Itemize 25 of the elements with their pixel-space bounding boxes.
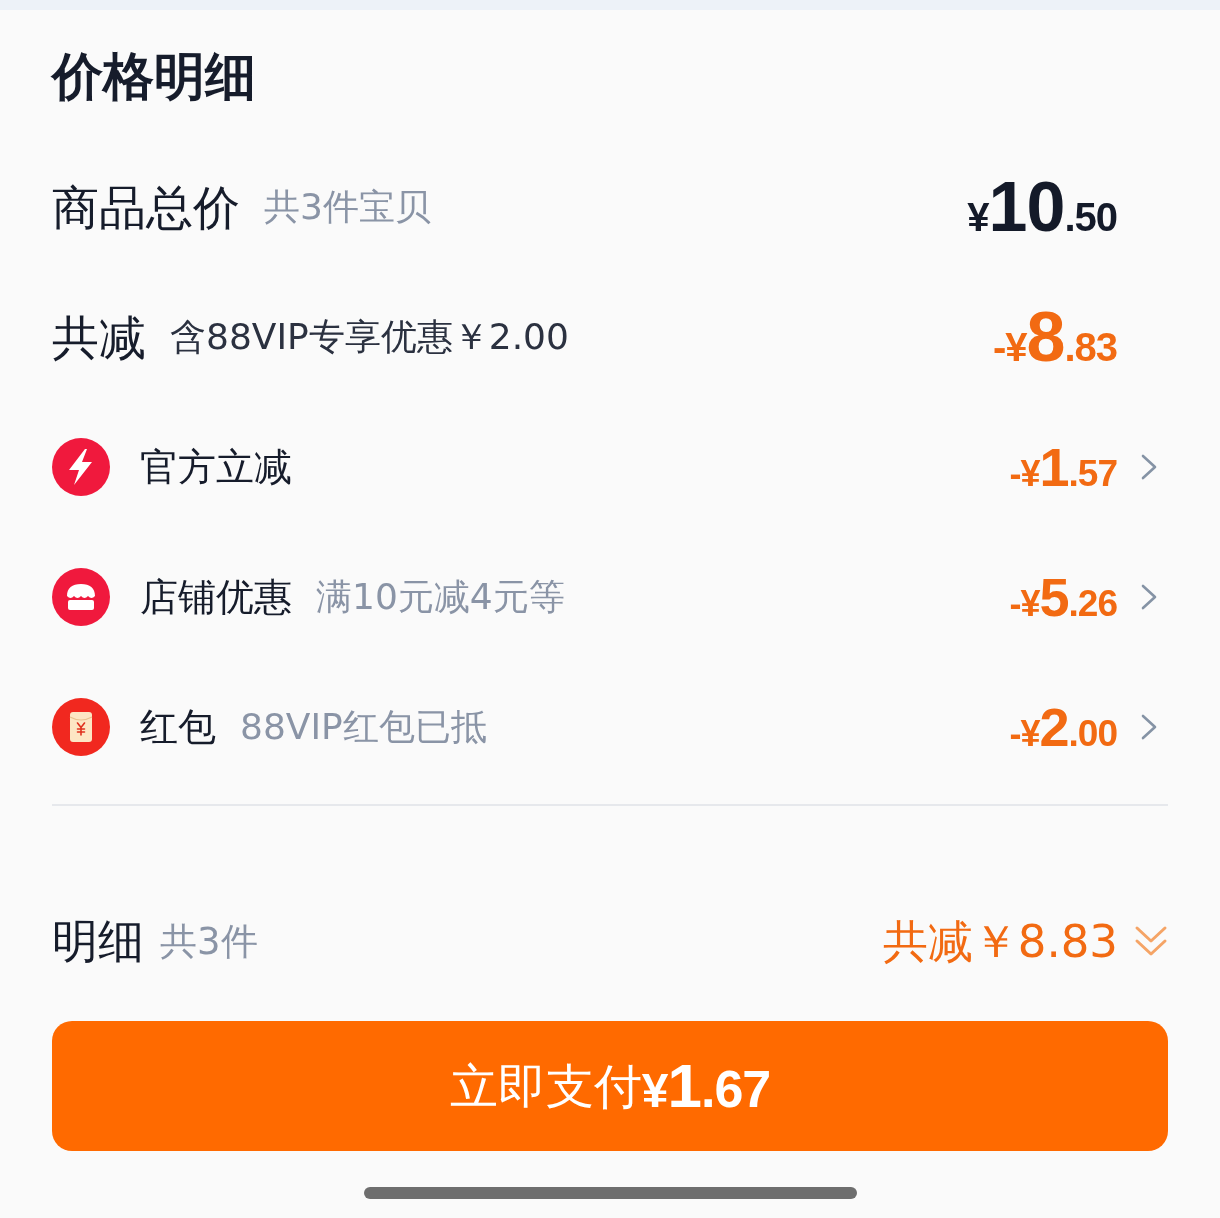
item-count: 共3件 [160, 922, 258, 960]
storefront-icon [52, 568, 110, 626]
discount-amount: -¥2.00 [1009, 700, 1117, 754]
detail-label: 明细 [52, 918, 144, 964]
summary-label: 商品总价 [52, 183, 240, 231]
discount-note: 88VIP红包已抵 [240, 709, 487, 745]
total-amount: ¥10.50 [967, 172, 1117, 242]
chevron-right-icon[interactable] [1141, 454, 1157, 480]
lightning-icon [52, 438, 110, 496]
section-title: 价格明细 [52, 50, 256, 102]
chevron-right-icon[interactable] [1141, 714, 1157, 740]
discount-note: 满10元减4元等 [316, 579, 565, 615]
summary-label: 共减 [52, 313, 146, 361]
discount-label: 红包 [140, 708, 216, 746]
discount-amount: -¥1.57 [1009, 440, 1117, 494]
saving-total: 共减￥8.83 [882, 918, 1118, 964]
chevron-right-icon[interactable] [1141, 584, 1157, 610]
discount-label: 官方立减 [140, 448, 292, 486]
discount-label: 店铺优惠 [140, 578, 292, 616]
discount-amount: -¥5.26 [1009, 570, 1117, 624]
pay-button[interactable]: 立即支付¥1.67 [52, 1021, 1168, 1151]
summary-note: 共3件宝贝 [264, 189, 431, 225]
discount-amount: -¥8.83 [992, 302, 1117, 372]
summary-note: 含88VIP专享优惠￥2.00 [170, 319, 569, 355]
envelope-icon [52, 698, 110, 756]
